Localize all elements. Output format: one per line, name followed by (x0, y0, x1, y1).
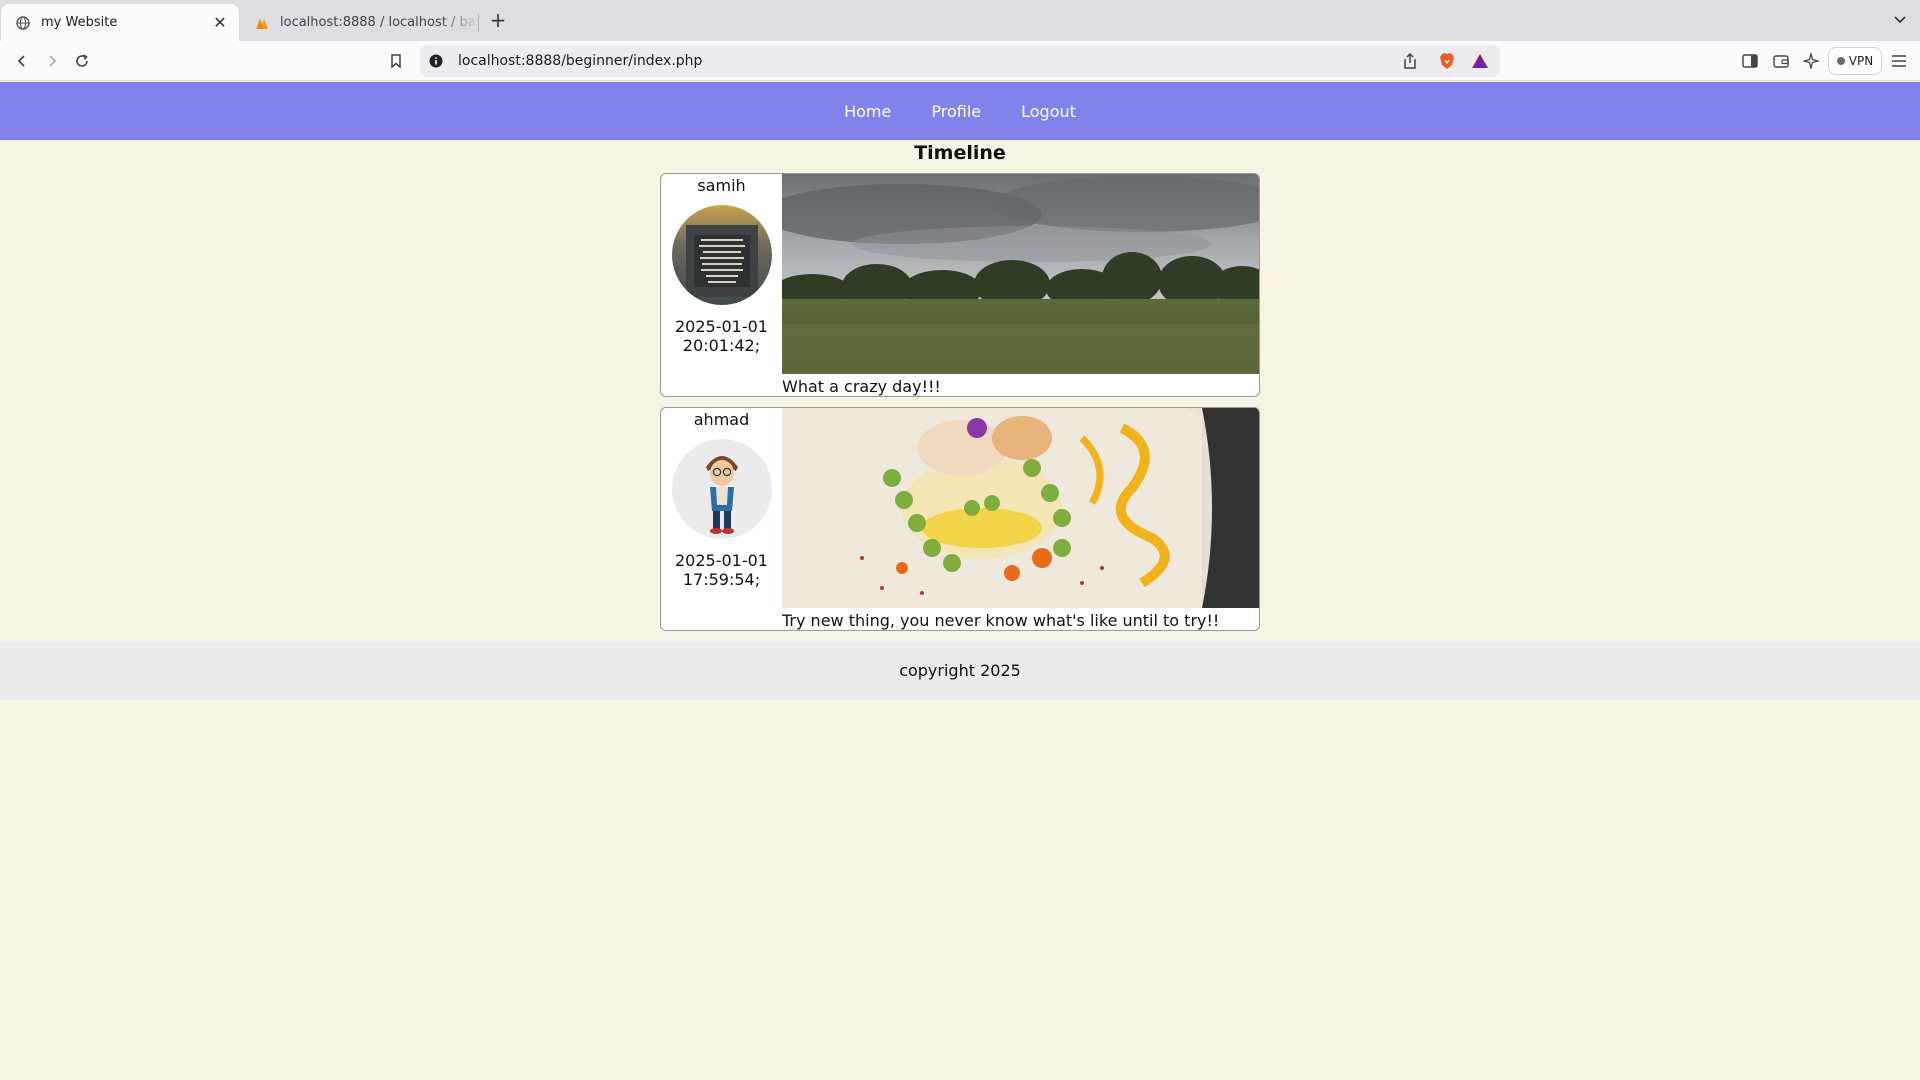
nav-link-home[interactable]: Home (844, 102, 891, 121)
browser-toolbar: localhost:8888/beginner/index.php VPN (0, 41, 1920, 81)
menu-icon[interactable] (1887, 49, 1911, 73)
vpn-label: VPN (1848, 54, 1874, 68)
post-caption: What a crazy day!!! (782, 377, 941, 396)
brave-rewards-icon[interactable] (1470, 51, 1490, 71)
post-author-column: ahmad 2025-01-01 17:59:54; (661, 408, 782, 630)
post-time: 20:01:42; (682, 336, 761, 355)
site-footer: copyright 2025 (0, 641, 1920, 700)
site-navbar: Home Profile Logout (0, 82, 1920, 140)
tab-phpmyadmin[interactable]: localhost:8888 / localhost / basic (248, 4, 480, 41)
close-tab-icon[interactable]: ✕ (209, 12, 231, 34)
reload-icon[interactable] (70, 49, 94, 73)
vpn-status-dot (1836, 57, 1845, 65)
post-timestamp: 2025-01-01 20:01:42; (661, 317, 782, 355)
phpmyadmin-icon (254, 15, 270, 31)
post-username[interactable]: ahmad (661, 410, 782, 430)
avatar[interactable] (671, 205, 772, 305)
post-timestamp: 2025-01-01 17:59:54; (661, 551, 782, 589)
tab-my-website[interactable]: my Website ✕ (1, 4, 239, 41)
post-username[interactable]: samih (661, 176, 782, 196)
nav-link-logout[interactable]: Logout (1021, 102, 1076, 121)
footer-copyright: copyright 2025 (899, 661, 1021, 680)
timeline-post: samih 2025-01-01 20:01:42; What a crazy … (660, 173, 1260, 397)
tab-bar: my Website ✕ localhost:8888 / localhost … (0, 0, 1920, 41)
tab-list-chevron-icon[interactable] (1890, 9, 1910, 29)
tab-separator (478, 14, 479, 32)
page-title: Timeline (914, 142, 1006, 164)
bookmark-icon[interactable] (384, 49, 408, 73)
vpn-button[interactable]: VPN (1828, 47, 1882, 75)
new-tab-button[interactable]: + (486, 8, 510, 32)
site-info-icon[interactable] (428, 53, 444, 69)
tab-title: localhost:8888 / localhost / basic (280, 15, 480, 30)
address-bar[interactable]: localhost:8888/beginner/index.php (420, 45, 1500, 77)
post-date: 2025-01-01 (675, 317, 768, 336)
post-photo-food[interactable] (782, 408, 1259, 608)
avatar[interactable] (671, 439, 772, 539)
share-icon[interactable] (1400, 51, 1420, 71)
wallet-icon[interactable] (1769, 49, 1793, 73)
post-author-column: samih 2025-01-01 20:01:42; (661, 174, 782, 396)
leo-ai-icon[interactable] (1799, 49, 1823, 73)
post-photo-landscape[interactable] (782, 174, 1259, 374)
url-text: localhost:8888/beginner/index.php (458, 53, 703, 69)
nav-link-profile[interactable]: Profile (931, 102, 981, 121)
back-arrow-icon[interactable] (10, 49, 34, 73)
post-caption: Try new thing, you never know what's lik… (782, 611, 1220, 630)
post-time: 17:59:54; (682, 570, 761, 589)
globe-icon (15, 15, 31, 31)
timeline-post: ahmad 2025-01-01 17:59:54; Try new thing… (660, 407, 1260, 631)
sidebar-icon[interactable] (1738, 49, 1762, 73)
post-date: 2025-01-01 (675, 551, 768, 570)
forward-arrow-icon[interactable] (40, 49, 64, 73)
brave-shields-icon[interactable] (1437, 51, 1457, 71)
tab-title: my Website (41, 15, 118, 30)
